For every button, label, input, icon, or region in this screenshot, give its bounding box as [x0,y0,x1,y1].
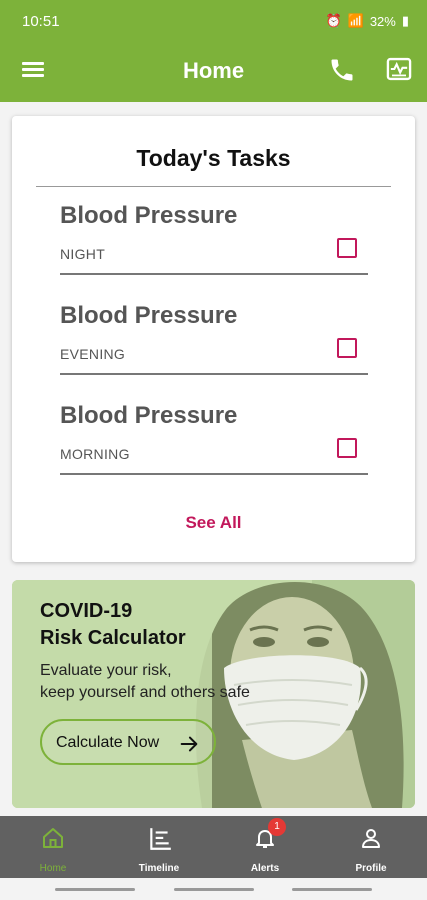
task-name: Blood Pressure [60,402,238,429]
banner-title: COVID-19 Risk Calculator [40,600,186,649]
task-checkbox[interactable] [337,338,357,358]
nav-item-profile[interactable]: Profile [318,816,424,878]
task-name: Blood Pressure [60,202,238,229]
task-divider [60,373,368,375]
page-title: Home [182,58,245,83]
status-bar: 10:51 ⏰ 📶 32% ▮ [0,0,427,42]
task-checkbox[interactable] [337,238,357,258]
timeline-icon [150,828,171,850]
task-name: Blood Pressure [60,302,238,329]
see-all-link[interactable]: See All [12,513,415,533]
task-time: NIGHT [60,246,106,262]
wifi-icon: 📶 [347,13,364,28]
system-recents-handle[interactable] [292,888,372,891]
task-divider [60,273,368,275]
task-divider [60,473,368,475]
task-time: EVENING [60,346,126,362]
card-title: Today's Tasks [136,145,291,171]
task-checkbox[interactable] [337,438,357,458]
todays-tasks-card: Today's Tasks Blood Pressure NIGHT Blood… [12,116,415,562]
calculate-now-label: Calculate Now [56,734,160,751]
status-time: 10:51 [22,13,60,30]
calculate-now-button[interactable]: Calculate Now [40,719,216,765]
battery-level: 32% [369,13,396,29]
banner-subtitle: Evaluate your risk, keep yourself and ot… [40,662,250,701]
person-icon [362,829,380,848]
arrow-right-icon [180,736,198,752]
task-item[interactable]: Blood Pressure EVENING [60,302,368,402]
task-item[interactable]: Blood Pressure MORNING [60,402,368,502]
covid-risk-banner[interactable]: COVID-19 Risk Calculator Evaluate your r… [12,580,415,808]
home-icon [43,828,63,848]
app-bar: Home [0,42,427,102]
alarm-icon: ⏰ [325,13,342,28]
nav-item-timeline[interactable]: Timeline [106,816,212,878]
status-icons: ⏰ 📶 32% ▮ [325,13,409,29]
call-button[interactable] [328,56,356,84]
battery-icon: ▮ [401,13,409,28]
phone-icon [331,59,353,81]
nav-item-alerts[interactable]: 1 Alerts [212,816,318,878]
system-back-handle[interactable] [55,888,135,891]
nav-label: Alerts [250,863,280,874]
system-nav-bar [0,878,427,900]
nav-label: Profile [355,863,387,874]
nav-label: Timeline [138,863,180,874]
vitals-button[interactable] [385,55,413,83]
nav-item-home[interactable]: Home [0,816,106,878]
bottom-nav: Home Timeline 1 Alerts Profile [0,816,427,878]
nav-label: Home [39,863,67,874]
card-divider [36,186,391,187]
task-item[interactable]: Blood Pressure NIGHT [60,202,368,302]
alerts-badge: 1 [268,818,286,836]
task-time: MORNING [60,446,130,462]
system-home-handle[interactable] [174,888,254,891]
vitals-monitor-icon [386,57,412,81]
